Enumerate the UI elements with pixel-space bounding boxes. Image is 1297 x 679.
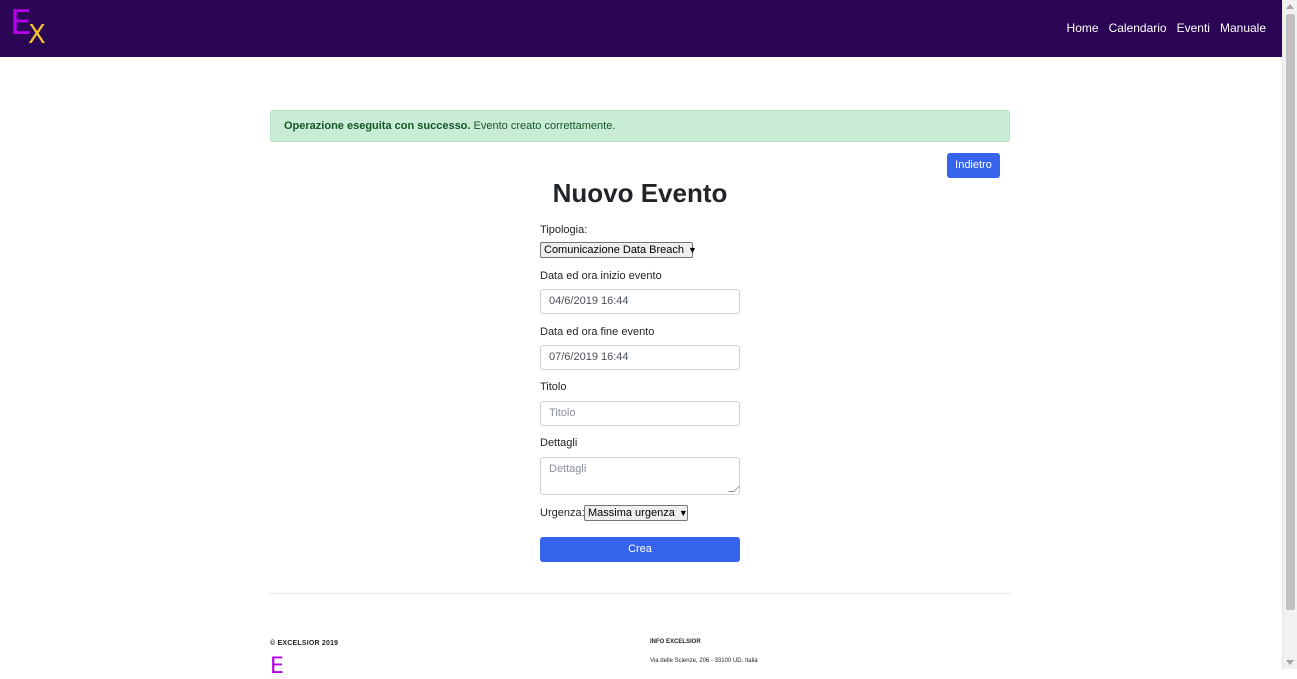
footer-divider xyxy=(270,593,1010,594)
nav-link-calendario[interactable]: Calendario xyxy=(1109,20,1167,36)
vertical-scrollbar[interactable] xyxy=(1282,0,1297,669)
urgenza-label: Urgenza: xyxy=(540,507,585,519)
dettagli-textarea[interactable]: Dettagli xyxy=(540,457,740,495)
tipologia-label: Tipologia: xyxy=(540,224,588,236)
footer-info-address: Via delle Scienze, 206 - 33100 UD, Itali… xyxy=(650,658,758,664)
start-datetime-input[interactable]: 04/6/2019 16:44 xyxy=(540,289,740,314)
footer-logo: E xyxy=(270,654,284,679)
urgenza-select[interactable]: Massima urgenza ▼ xyxy=(584,505,688,521)
alert-strong-text: Operazione eseguita con successo. xyxy=(284,120,471,132)
titolo-label: Titolo xyxy=(540,381,567,393)
nav-link-eventi[interactable]: Eventi xyxy=(1177,20,1210,36)
scroll-up-arrow-icon[interactable] xyxy=(1286,4,1294,9)
end-datetime-label: Data ed ora fine evento xyxy=(540,326,655,338)
page-title: Nuovo Evento xyxy=(552,178,728,208)
success-alert: Operazione eseguita con successo. Evento… xyxy=(270,110,1010,142)
end-datetime-input[interactable]: 07/6/2019 16:44 xyxy=(540,345,740,370)
tipologia-select[interactable]: Comunicazione Data Breach ▼ xyxy=(540,242,697,258)
back-button[interactable]: Indietro xyxy=(947,153,1000,178)
excelsior-logo[interactable]: E X xyxy=(10,6,50,50)
footer-info-title: INFO EXCELSIOR xyxy=(650,639,701,645)
chevron-down-icon: ▼ xyxy=(678,508,688,518)
nav-links: Home Calendario Eventi Manuale xyxy=(1057,20,1266,36)
create-button[interactable]: Crea xyxy=(540,537,740,562)
titolo-input[interactable]: Titolo xyxy=(540,401,740,426)
resize-handle-icon[interactable] xyxy=(728,486,740,492)
dettagli-label: Dettagli xyxy=(540,437,578,449)
urgenza-selected-value: Massima urgenza xyxy=(588,507,675,519)
start-datetime-label: Data ed ora inizio evento xyxy=(540,270,662,282)
logo-letter-x: X xyxy=(28,20,46,50)
nav-link-home[interactable]: Home xyxy=(1067,20,1099,36)
dettagli-placeholder: Dettagli xyxy=(549,463,587,475)
alert-message: Evento creato correttamente. xyxy=(473,120,616,132)
chevron-down-icon: ▼ xyxy=(688,245,697,255)
scroll-thumb[interactable] xyxy=(1286,14,1295,610)
scroll-down-arrow-icon[interactable] xyxy=(1286,660,1294,665)
tipologia-selected-value: Comunicazione Data Breach xyxy=(544,244,685,256)
footer-copyright: © EXCELSIOR 2019 xyxy=(270,640,339,647)
nav-link-manuale[interactable]: Manuale xyxy=(1220,20,1266,36)
top-navbar: E X Home Calendario Eventi Manuale xyxy=(0,0,1282,57)
